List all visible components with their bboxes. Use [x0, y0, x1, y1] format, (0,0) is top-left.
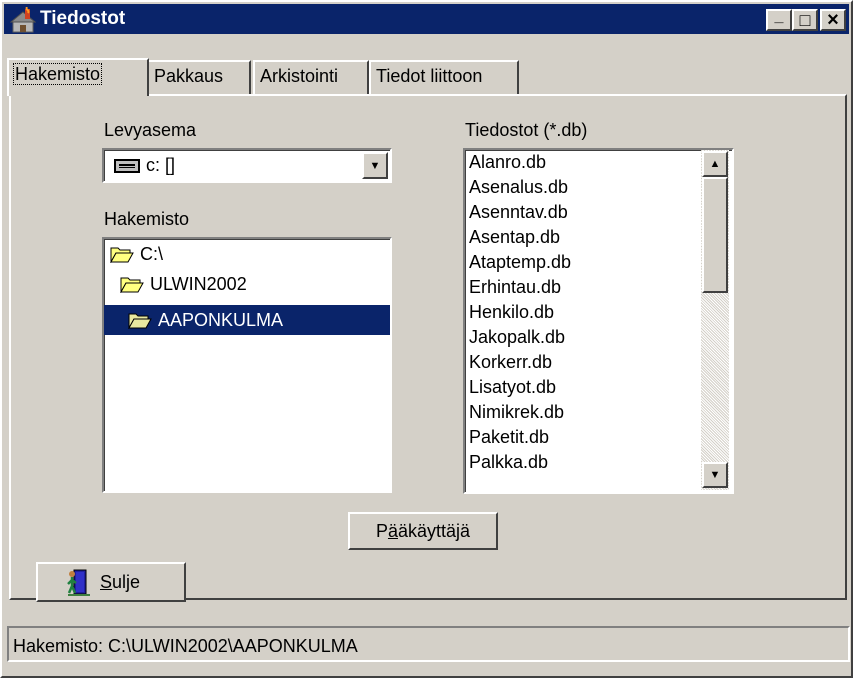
dialog-window: Tiedostot _ □ × Hakemisto Pakkaus Arkist…: [0, 0, 853, 678]
scroll-thumb[interactable]: [702, 177, 728, 293]
tab-label: Hakemisto: [12, 63, 103, 85]
list-item[interactable]: Palkka.db: [469, 450, 548, 475]
scroll-up-button[interactable]: ▲: [702, 151, 728, 177]
list-item[interactable]: Nimikrek.db: [469, 400, 564, 425]
close-window-button[interactable]: ×: [820, 9, 846, 31]
tab-label: Pakkaus: [154, 66, 224, 86]
directory-item-selected[interactable]: AAPONKULMA: [104, 305, 390, 335]
folder-open-icon: [128, 313, 152, 329]
window-title: Tiedostot: [40, 8, 126, 29]
list-item[interactable]: Lisatyot.db: [469, 375, 556, 400]
admin-button-label-rest: äkäyttäjä: [397, 520, 471, 541]
file-list[interactable]: Alanro.db Asenalus.db Asenntav.db Asenta…: [463, 148, 734, 494]
list-item[interactable]: Ataptemp.db: [469, 250, 571, 275]
drive-label: Levyasema: [104, 120, 197, 140]
list-item[interactable]: Henkilo.db: [469, 300, 554, 325]
directory-item[interactable]: ULWIN2002: [120, 269, 247, 299]
directory-item-label: AAPONKULMA: [158, 309, 284, 330]
directory-list[interactable]: C:\ ULWIN2002 AAPONKULMA: [102, 237, 392, 493]
close-button-label: Sulje: [100, 572, 140, 593]
minimize-button[interactable]: _: [766, 9, 792, 31]
folder-open-icon: [110, 247, 134, 263]
tab-tiedot-liittoon[interactable]: Tiedot liittoon: [369, 60, 519, 94]
maximize-button[interactable]: □: [792, 9, 818, 31]
tab-label: Arkistointi: [260, 66, 339, 86]
list-item[interactable]: Alanro.db: [469, 150, 546, 175]
chevron-up-icon: ▲: [709, 158, 721, 170]
drive-value: c: []: [146, 155, 176, 175]
admin-button-label-prefix: P: [375, 520, 388, 541]
list-item[interactable]: Asentap.db: [469, 225, 560, 250]
directory-item-label: ULWIN2002: [150, 273, 247, 294]
scroll-down-button[interactable]: ▼: [702, 462, 728, 488]
status-bar: Hakemisto: C:\ULWIN2002\AAPONKULMA: [7, 626, 850, 662]
chevron-down-icon: ▼: [709, 469, 721, 481]
maximize-icon: □: [799, 10, 811, 30]
directory-item[interactable]: C:\: [110, 239, 163, 269]
tab-arkistointi[interactable]: Arkistointi: [253, 60, 369, 94]
app-icon: [10, 7, 36, 33]
list-item[interactable]: Paketit.db: [469, 425, 549, 450]
close-button-mnemonic: S: [100, 571, 113, 592]
directory-item-label: C:\: [140, 243, 164, 264]
minimize-icon: _: [774, 8, 784, 25]
drive-select[interactable]: c: [] ▼: [102, 148, 392, 183]
exit-door-icon: [67, 569, 90, 596]
title-bar[interactable]: Tiedostot _ □ ×: [4, 4, 849, 34]
close-button-label-rest: ulje: [112, 571, 141, 592]
tab-label: Tiedot liittoon: [376, 66, 483, 86]
folder-open-icon: [120, 277, 144, 293]
files-label: Tiedostot (*.db): [465, 120, 588, 140]
list-item[interactable]: Erhintau.db: [469, 275, 561, 300]
tab-hakemisto[interactable]: Hakemisto: [7, 58, 149, 96]
close-icon: ×: [827, 9, 839, 31]
list-item[interactable]: Jakopalk.db: [469, 325, 565, 350]
dropdown-arrow-button[interactable]: ▼: [362, 152, 388, 179]
list-item[interactable]: Asenalus.db: [469, 175, 568, 200]
tab-pakkaus[interactable]: Pakkaus: [147, 60, 251, 94]
vertical-scrollbar[interactable]: ▲ ▼: [701, 150, 729, 490]
admin-button-label: Pääkäyttäjä: [376, 521, 470, 542]
admin-button[interactable]: Pääkäyttäjä: [348, 512, 498, 550]
admin-button-mnemonic: ä: [387, 520, 398, 541]
directory-label: Hakemisto: [104, 209, 190, 229]
close-button[interactable]: Sulje: [36, 562, 186, 602]
chevron-down-icon: ▼: [369, 159, 381, 172]
list-item[interactable]: Asenntav.db: [469, 200, 568, 225]
drive-icon: [114, 159, 140, 173]
list-item[interactable]: Korkerr.db: [469, 350, 552, 375]
